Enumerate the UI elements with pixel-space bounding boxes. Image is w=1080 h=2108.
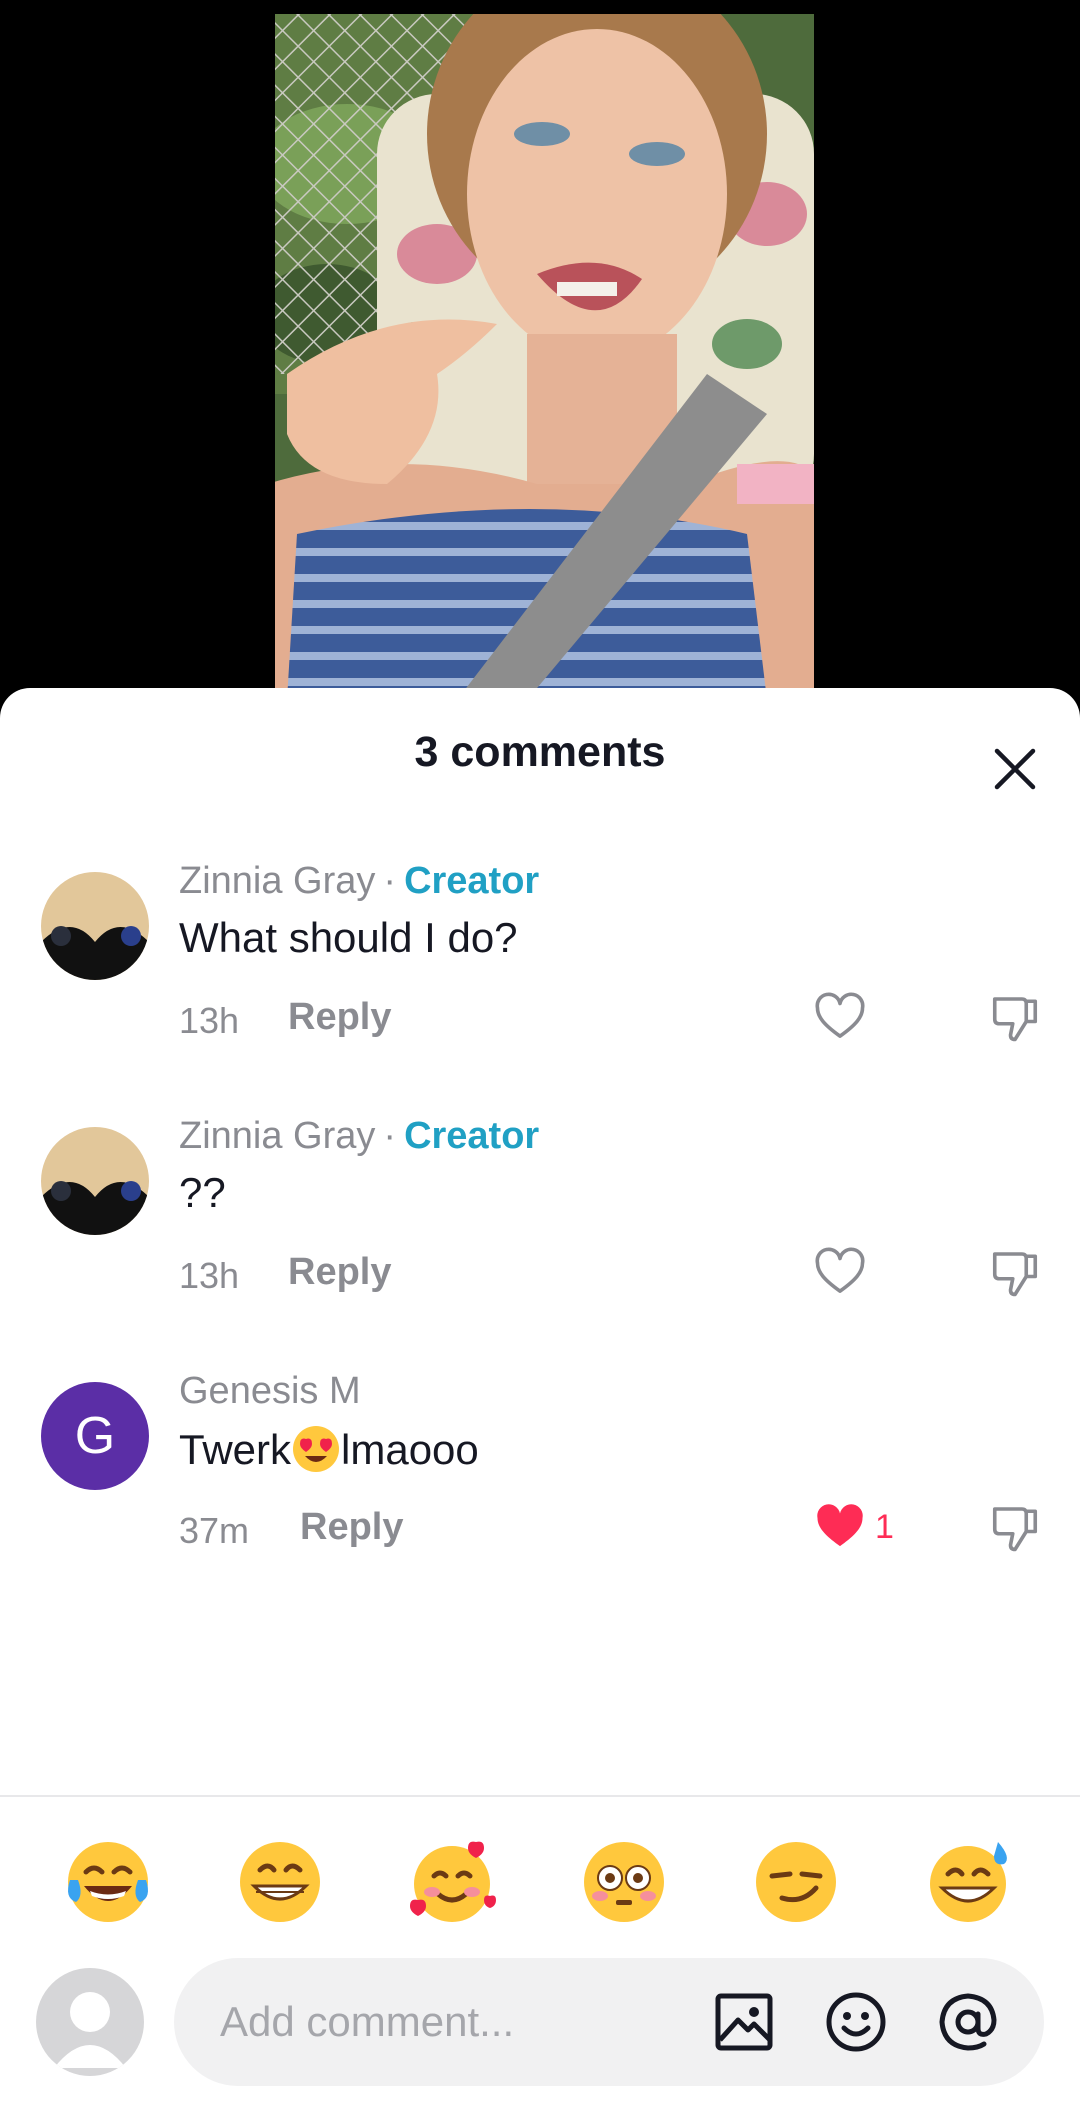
comment-text: Twerk lmaooo <box>179 1424 479 1474</box>
comment-header: Zinnia Gray · Creator <box>179 1115 539 1158</box>
avatar[interactable] <box>41 1127 149 1235</box>
heart-outline-icon <box>815 992 865 1038</box>
dislike-button[interactable] <box>988 990 1042 1044</box>
like-count: 1 <box>875 1508 894 1546</box>
grinning-emoji-icon[interactable] <box>234 1836 326 1928</box>
video-frame[interactable] <box>267 14 814 700</box>
grinning-sweat-emoji-icon[interactable] <box>922 1836 1014 1928</box>
tears-of-joy-emoji-icon[interactable] <box>62 1836 154 1928</box>
emoji-picker-icon[interactable] <box>824 1990 888 2054</box>
separator-dot: · <box>383 860 397 902</box>
comment-item: Zinnia Gray · Creator What should I do? 13… <box>0 860 1080 1072</box>
thumbs-down-icon <box>992 997 1038 1042</box>
thumbs-down-icon <box>992 1252 1038 1297</box>
comment-text: ?? <box>179 1169 226 1216</box>
comments-sheet: 3 comments Zinnia Gray · Creator What shou… <box>0 688 1080 2108</box>
comment-input-row <box>0 1958 1080 2098</box>
comment-time: 37m <box>179 1510 250 1551</box>
separator-dot: · <box>383 1115 397 1157</box>
like-button[interactable] <box>813 990 867 1044</box>
creator-badge: Creator <box>404 1115 540 1157</box>
comment-time: 13h <box>179 1255 240 1296</box>
thumbs-down-icon <box>992 1507 1038 1552</box>
current-user-avatar[interactable] <box>36 1968 144 2076</box>
smirk-emoji-icon[interactable] <box>750 1836 842 1928</box>
comments-count-title: 3 comments <box>414 728 666 776</box>
close-icon <box>994 748 1036 790</box>
comment-time: 13h <box>179 1000 240 1041</box>
comment-text: What should I do? <box>179 914 518 961</box>
comment-item: Zinnia Gray · Creator ?? 13h Reply <box>0 1115 1080 1327</box>
video-player[interactable] <box>0 0 1080 700</box>
quick-emoji-bar <box>0 1836 1080 1936</box>
image-icon[interactable] <box>712 1990 776 2054</box>
reply-button[interactable]: Reply <box>300 1506 403 1549</box>
like-button[interactable] <box>813 1245 867 1299</box>
dislike-button[interactable] <box>988 1245 1042 1299</box>
reply-button[interactable]: Reply <box>288 1251 391 1294</box>
dislike-button[interactable] <box>988 1500 1042 1554</box>
avatar-image <box>41 1127 149 1235</box>
heart-eyes-emoji-icon <box>293 1426 340 1472</box>
creator-badge: Creator <box>404 860 540 902</box>
comment-text-part: Twerk <box>179 1426 292 1473</box>
default-avatar-icon <box>54 1992 126 2068</box>
comment-item: G Genesis M Twerk lmaooo 37m Reply 1 <box>0 1370 1080 1582</box>
add-comment-input[interactable] <box>218 1988 662 2056</box>
comment-username[interactable]: Zinnia Gray <box>179 860 375 902</box>
smiling-with-hearts-emoji-icon[interactable] <box>406 1836 498 1928</box>
avatar[interactable] <box>41 872 149 980</box>
divider <box>0 1795 1080 1797</box>
avatar-image <box>41 872 149 980</box>
heart-filled-icon <box>817 1504 863 1547</box>
heart-outline-icon <box>815 1247 865 1293</box>
reply-button[interactable]: Reply <box>288 996 391 1039</box>
like-button[interactable] <box>813 1500 867 1554</box>
comment-username[interactable]: Genesis M <box>179 1370 361 1412</box>
comment-text-part: lmaooo <box>341 1426 479 1473</box>
video-still-image <box>267 14 814 700</box>
comment-username[interactable]: Zinnia Gray <box>179 1115 375 1157</box>
avatar[interactable]: G <box>41 1382 149 1490</box>
comment-box[interactable] <box>174 1958 1044 2086</box>
mention-icon[interactable] <box>936 1990 1000 2054</box>
close-button[interactable] <box>980 734 1050 804</box>
comment-header: Genesis M <box>179 1370 361 1413</box>
flushed-emoji-icon[interactable] <box>578 1836 670 1928</box>
comment-header: Zinnia Gray · Creator <box>179 860 539 903</box>
